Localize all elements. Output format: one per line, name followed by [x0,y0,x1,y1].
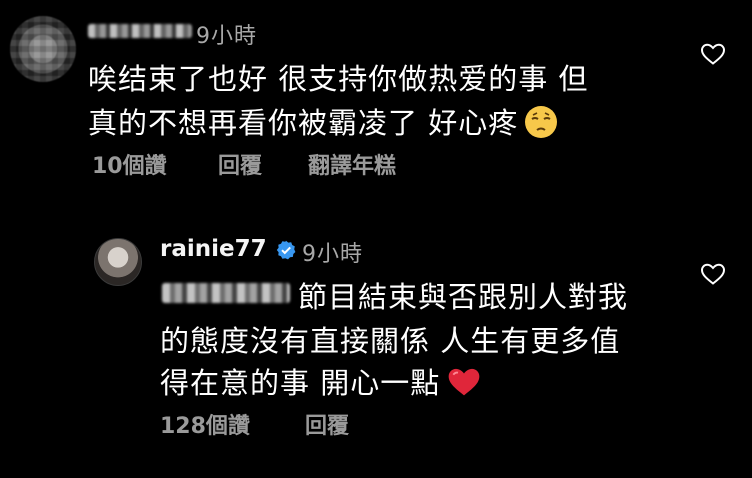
reply-timestamp: 9小時 [302,242,363,267]
reply-text-line: 節目結束與否跟別人對我 [298,280,629,314]
comment-text-line: 唉结束了也好 很支持你做热爱的事 但 [88,62,589,96]
verified-badge-icon [276,240,296,260]
red-heart-icon [446,366,482,405]
reply-button[interactable]: 回覆 [218,148,262,180]
pixelated-avatar-overlay [10,16,76,82]
blurred-username[interactable] [88,24,192,38]
blurred-mention[interactable] [162,283,290,303]
username[interactable]: rainie77 [160,236,267,262]
heart-outline-icon[interactable] [700,262,726,286]
reply-text-line: 得在意的事 開心一點 [160,360,482,405]
like-count[interactable]: 128個讚 [160,408,250,440]
comment-text: 真的不想再看你被霸凌了 好心疼 [88,106,519,140]
heart-outline-icon[interactable] [700,42,726,66]
comment-text-line: 真的不想再看你被霸凌了 好心疼 [88,100,558,146]
reply-text-line: 的態度沒有直接關係 人生有更多值 [160,324,621,358]
comment-timestamp: 9小時 [196,24,257,49]
like-count[interactable]: 10個讚 [92,148,167,180]
pensive-face-icon [524,105,558,146]
reply-text: 得在意的事 開心一點 [160,366,441,400]
avatar[interactable] [10,16,76,82]
avatar[interactable] [94,238,142,286]
reply-button[interactable]: 回覆 [305,408,349,440]
translate-button[interactable]: 翻譯年糕 [308,148,396,180]
